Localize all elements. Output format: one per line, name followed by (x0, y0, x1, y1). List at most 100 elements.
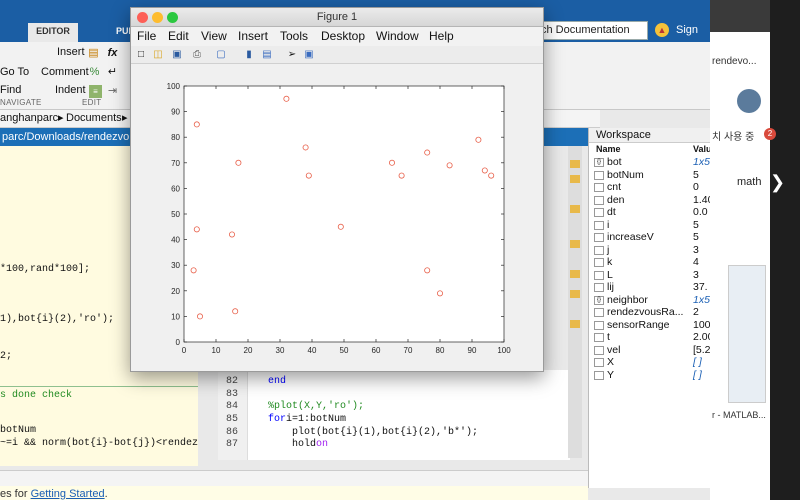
insert-button[interactable]: Insert (57, 46, 85, 58)
y-tick-label: 0 (176, 338, 181, 347)
variable-name: sensorRange (607, 318, 670, 331)
indent-icon[interactable]: ⇥ (106, 85, 119, 98)
code-line: hold (292, 439, 317, 450)
comment-button[interactable]: Comment (41, 66, 89, 78)
status-text: 치 사용 중 (712, 132, 755, 143)
open-folder-icon[interactable]: ◫ (152, 49, 164, 61)
workspace-row[interactable]: t 2.00 (589, 331, 710, 344)
warning-marker[interactable] (570, 290, 580, 298)
warning-marker[interactable] (570, 240, 580, 248)
editor-scrollbar[interactable] (568, 146, 582, 458)
warning-marker[interactable] (570, 320, 580, 328)
variable-name: t (607, 331, 610, 343)
new-figure-icon[interactable]: □ (135, 49, 147, 61)
legend-icon[interactable]: ▤ (261, 49, 273, 61)
menu-insert[interactable]: Insert (238, 27, 268, 46)
workspace-row[interactable]: {} neighbor 1x5 (589, 294, 710, 307)
workspace-row[interactable]: vel [5.2 (589, 344, 710, 357)
search-documentation-input[interactable]: ch Documentation (538, 21, 648, 40)
find-button[interactable]: Find (0, 84, 21, 96)
workspace-row[interactable]: rendezvousRa... 2 (589, 306, 710, 319)
colorbar-icon[interactable]: ▮ (243, 49, 255, 61)
breadcrumb-user[interactable]: anghanparc (0, 110, 58, 127)
zoom-button[interactable] (167, 12, 178, 23)
figure-canvas[interactable]: 0 10 20 30 40 50 60 70 80 90 100 0 10 20 30 40 50 60 70 80 9… (131, 64, 543, 371)
notification-icon[interactable]: ▲ (655, 23, 669, 37)
tab-title[interactable]: rendevo... (712, 56, 756, 67)
workspace-row[interactable]: dt 0.0 (589, 206, 710, 219)
group-label-edit: EDIT (82, 98, 102, 107)
variable-icon (594, 270, 604, 280)
col-value[interactable]: Valu (693, 144, 710, 154)
percent-icon[interactable]: % (88, 66, 101, 79)
breadcrumb-documents[interactable]: Documents (66, 110, 122, 127)
menu-window[interactable]: Window (376, 27, 419, 46)
pointer-icon[interactable]: ➢ (286, 49, 298, 61)
x-tick-label: 50 (340, 346, 349, 355)
goto-button[interactable]: Go To (0, 66, 29, 78)
variable-icon (594, 283, 604, 292)
y-tick-label: 70 (171, 159, 180, 168)
smart-indent-icon[interactable]: ≡ (89, 85, 102, 98)
thumbnail-image[interactable] (728, 265, 766, 403)
scatter-plot[interactable]: 0 10 20 30 40 50 60 70 80 90 100 0 10 20 30 40 50 60 70 80 9… (131, 64, 543, 371)
breadcrumb-sep-icon: ▸ (58, 112, 64, 124)
workspace-header: Name Valu (589, 144, 710, 156)
code-comment: %plot(X,Y,'ro'); (268, 401, 365, 412)
figure-titlebar[interactable]: Figure 1 (131, 8, 543, 27)
workspace-row[interactable]: cnt 0 (589, 181, 710, 194)
workspace-row[interactable]: den 1.40 (589, 194, 710, 207)
variable-name: neighbor (607, 293, 648, 306)
function-icon[interactable]: fx (106, 47, 119, 60)
menu-view[interactable]: View (201, 27, 227, 46)
workspace-row[interactable]: lij 37. (589, 281, 710, 294)
variable-value: 1x5 (693, 156, 710, 168)
wrap-icon[interactable]: ↵ (106, 66, 119, 79)
workspace-row[interactable]: j3 (589, 244, 710, 257)
link-title[interactable]: r - MATLAB... (712, 410, 766, 420)
avatar[interactable] (737, 89, 761, 113)
link-plot-icon[interactable]: ▢ (215, 49, 227, 61)
menu-help[interactable]: Help (429, 27, 454, 46)
save-icon[interactable]: ▣ (171, 49, 183, 61)
workspace-row[interactable]: increaseV 5 (589, 231, 710, 244)
workspace-row[interactable]: botNum 5 (589, 169, 710, 182)
variable-icon (594, 258, 604, 267)
menu-desktop[interactable]: Desktop (321, 27, 365, 46)
tab-editor[interactable]: EDITOR (28, 23, 78, 42)
minimize-button[interactable] (152, 12, 163, 23)
close-button[interactable] (137, 12, 148, 23)
workspace-row[interactable]: Y [ ] (589, 369, 710, 382)
col-name[interactable]: Name (596, 144, 621, 154)
getting-started-link[interactable]: Getting Started (31, 488, 105, 500)
variable-value: 2.00 (693, 331, 710, 343)
workspace-row[interactable]: X [ ] (589, 356, 710, 369)
search-suggestion[interactable]: math (737, 176, 761, 188)
menu-tools[interactable]: Tools (280, 27, 308, 46)
line-number: 84 (226, 401, 239, 412)
warning-marker[interactable] (570, 270, 580, 278)
workspace-row[interactable]: i5 (589, 219, 710, 232)
chevron-right-icon[interactable]: ❯ (770, 172, 785, 193)
variable-value: 5 (693, 218, 699, 231)
workspace-row[interactable]: L3 (589, 269, 710, 282)
indent-button[interactable]: Indent (55, 84, 86, 96)
code-line: plot(bot{i}(1),bot{i}(2),'b*'); (292, 427, 479, 438)
warning-marker[interactable] (570, 205, 580, 213)
x-tick-label: 10 (212, 346, 221, 355)
print-icon[interactable]: ⎙ (191, 49, 203, 61)
warning-marker[interactable] (570, 175, 580, 183)
property-editor-icon[interactable]: ▣ (303, 49, 315, 61)
workspace-row[interactable]: k4 (589, 256, 710, 269)
figure-title: Figure 1 (316, 11, 358, 23)
figure-menubar: File Edit View Insert Tools Desktop Wind… (131, 27, 543, 46)
variable-icon (594, 345, 604, 355)
warning-marker[interactable] (570, 160, 580, 168)
menu-edit[interactable]: Edit (168, 27, 189, 46)
code-comment: s done check (0, 390, 73, 401)
workspace-row[interactable]: sensorRange 100 (589, 319, 710, 332)
workspace-row[interactable]: {} bot 1x5 (589, 156, 710, 169)
code-keyword: for (268, 414, 287, 425)
menu-file[interactable]: File (137, 27, 156, 46)
variable-value: 5 (693, 231, 699, 243)
